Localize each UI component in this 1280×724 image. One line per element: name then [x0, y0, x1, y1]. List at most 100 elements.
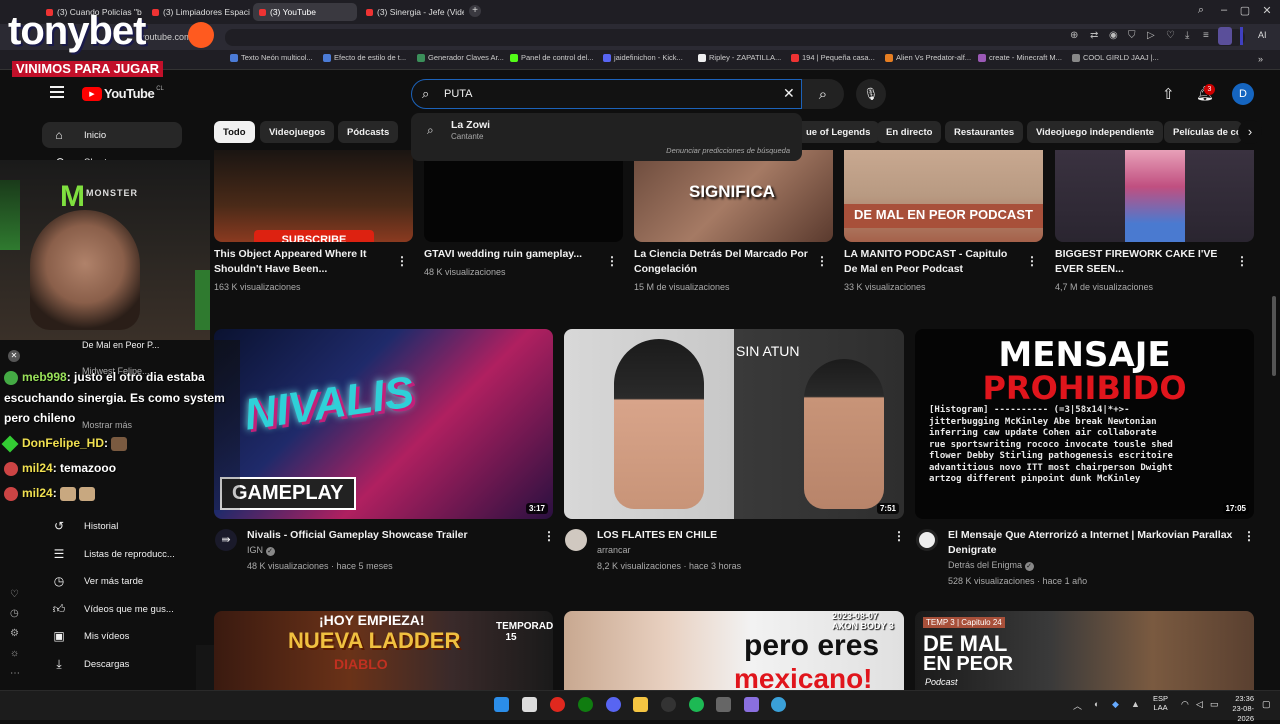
search-tabs-icon[interactable]: ⌕	[1192, 4, 1210, 17]
new-tab-button[interactable]: +	[469, 5, 481, 17]
opera-icon[interactable]	[550, 697, 565, 712]
heart-icon[interactable]: ♡	[10, 589, 19, 600]
search-box[interactable]: ⌕ ✕	[411, 79, 802, 109]
shield-icon[interactable]: ⛉	[1128, 30, 1136, 41]
bookmark-item[interactable]: Generador Claves Ar...	[417, 53, 504, 62]
spotify-icon[interactable]	[689, 697, 704, 712]
suggestion-title[interactable]: La Zowi	[451, 119, 490, 131]
more-options-icon[interactable]: ⋮	[893, 529, 905, 543]
bookmarks-overflow-icon[interactable]: »	[1258, 54, 1263, 64]
bookmark-item[interactable]: jaidefinichon - Kick...	[603, 53, 683, 62]
channel-avatar[interactable]: ⇛	[215, 529, 237, 551]
chip-indie-games[interactable]: Videojuego independiente	[1027, 121, 1164, 143]
chip-live[interactable]: En directo	[877, 121, 942, 143]
video-title[interactable]: LOS FLAITES EN CHILE	[597, 528, 877, 543]
browser-tab[interactable]: (3) Sinergia - Jefe (Video C	[360, 3, 464, 21]
app-icon[interactable]	[716, 697, 731, 712]
sidebar-item-playlists[interactable]: ☰ Listas de reproducc...	[42, 541, 182, 567]
report-predictions-link[interactable]: Denunciar predicciones de búsqueda	[666, 146, 790, 155]
video-title[interactable]: LA MANITO PODCAST - Capitulo De Mal en Pe…	[844, 247, 1019, 277]
downloads-icon[interactable]: ⤓	[1185, 30, 1189, 41]
video-title[interactable]: La Ciencia Detrás Del Marcado Por Congela…	[634, 247, 814, 277]
more-options-icon[interactable]: ⋮	[396, 254, 408, 268]
voice-search-button[interactable]: 🎙	[856, 79, 886, 109]
more-options-icon[interactable]: ⋮	[1026, 254, 1038, 268]
bookmark-item[interactable]: Efecto de estilo de t...	[323, 53, 406, 62]
chip-restaurants[interactable]: Restaurantes	[945, 121, 1024, 143]
tray-icon[interactable]: ▲	[1131, 699, 1140, 709]
hamburger-menu-icon[interactable]	[50, 86, 64, 98]
notifications-icon[interactable]: ▢	[1262, 699, 1271, 710]
video-thumbnail[interactable]: SIN ATUN 7:51	[564, 329, 904, 519]
video-title[interactable]: Nivalis - Official Gameplay Showcase Tra…	[247, 528, 527, 543]
video-title[interactable]: El Mensaje Que Aterrorizó a Internet | M…	[948, 528, 1238, 558]
video-thumbnail[interactable]	[424, 150, 623, 242]
video-title[interactable]: BIGGEST FIREWORK CAKE I'VE EVER SEEN...	[1055, 247, 1230, 277]
channel-name[interactable]: IGN ✓	[247, 543, 275, 558]
search-input[interactable]	[444, 86, 774, 102]
discord-icon[interactable]	[606, 697, 621, 712]
sidebar-item-history[interactable]: ↺ Historial	[42, 513, 182, 539]
clock-icon[interactable]: ◷	[10, 608, 19, 619]
lightbulb-icon[interactable]: ☼	[10, 648, 19, 659]
minimize-button[interactable]: –	[1215, 4, 1233, 16]
app-icon[interactable]	[744, 697, 759, 712]
wifi-icon[interactable]: ◠	[1181, 699, 1189, 710]
screenshot-icon[interactable]: ◉	[1109, 30, 1118, 41]
ai-button[interactable]: AI	[1258, 30, 1267, 40]
channel-avatar[interactable]	[565, 529, 587, 551]
avatar[interactable]: D	[1232, 83, 1254, 105]
app-icon[interactable]	[771, 697, 786, 712]
more-options-icon[interactable]: ⋮	[606, 254, 618, 268]
browser-tab-active[interactable]: (3) YouTube	[253, 3, 357, 21]
zoom-icon[interactable]: ⊕	[1070, 30, 1078, 41]
channel-name[interactable]: Detrás del Enigma ✓	[948, 558, 1034, 573]
video-thumbnail[interactable]: DE MAL EN PEOR PODCAST	[844, 150, 1043, 242]
chip-league-of-legends[interactable]: ue of Legends	[797, 121, 880, 143]
translate-icon[interactable]: ⇄	[1090, 30, 1098, 41]
video-thumbnail[interactable]: 2023-08-07 AXON BODY 3 pero eres mexican…	[564, 611, 904, 691]
xbox-icon[interactable]	[578, 697, 593, 712]
chip-videogames[interactable]: Videojuegos	[260, 121, 335, 143]
youtube-logo[interactable]: ▶ YouTube CL	[82, 86, 164, 101]
sidebar-item-liked[interactable]: 👍︎ Vídeos que me gus...	[42, 596, 182, 622]
video-thumbnail[interactable]: SIGNIFICA	[634, 150, 833, 242]
video-title[interactable]: GTAVI wedding ruin gameplay...	[424, 247, 599, 262]
upload-icon[interactable]: ⇧	[1162, 85, 1175, 103]
chip-short-films[interactable]: Películas de cor	[1164, 121, 1242, 143]
video-title[interactable]: This Object Appeared Where It Shouldn't H…	[214, 247, 389, 277]
channel-name[interactable]: arrancar	[597, 543, 631, 558]
close-window-button[interactable]: ✕	[1258, 4, 1276, 17]
task-view-icon[interactable]	[522, 697, 537, 712]
more-options-icon[interactable]: ⋮	[816, 254, 828, 268]
video-thumbnail[interactable]: SUBSCRIBE	[214, 150, 413, 242]
bookmark-item[interactable]: Ripley - ZAPATILLA...	[698, 53, 781, 62]
bookmark-item[interactable]: 194 | Pequeña casa...	[791, 53, 875, 62]
bookmark-item[interactable]: Alien Vs Predator-alf...	[885, 53, 971, 62]
video-thumbnail[interactable]: MENSAJE PROHIBIDO [Histogram] ----------…	[915, 329, 1254, 519]
tray-chevron-icon[interactable]: ︿	[1073, 699, 1082, 712]
sidebar-item-downloads[interactable]: ⤓ Descargas	[42, 651, 182, 677]
video-thumbnail[interactable]: NIVALIS GAMEPLAY 3:17	[214, 329, 553, 519]
menu-icon[interactable]: ≡	[1203, 30, 1209, 41]
tray-icon[interactable]: ◆	[1112, 699, 1119, 710]
battery-icon[interactable]: ▭	[1210, 699, 1219, 710]
more-icon[interactable]: ⋯	[10, 668, 20, 679]
video-thumbnail[interactable]	[1055, 150, 1254, 242]
sidebar-item-home[interactable]: ⌂ Inicio	[42, 122, 182, 148]
clear-search-icon[interactable]: ✕	[783, 85, 795, 102]
chip-all[interactable]: Todo	[214, 121, 255, 143]
windows-start-icon[interactable]	[494, 697, 509, 712]
bookmark-item[interactable]: Panel de control del...	[510, 53, 594, 62]
maximize-button[interactable]: ▢	[1236, 4, 1254, 17]
sidebar-item-my-videos[interactable]: ▣ Mis vídeos	[42, 623, 182, 649]
more-options-icon[interactable]: ⋮	[1243, 529, 1255, 543]
search-button[interactable]: ⌕	[802, 79, 844, 109]
favorites-icon[interactable]: ♡	[1166, 30, 1175, 41]
more-options-icon[interactable]: ⋮	[543, 529, 555, 543]
bookmark-item[interactable]: create - Minecraft M...	[978, 53, 1062, 62]
obs-icon[interactable]	[661, 697, 676, 712]
file-explorer-icon[interactable]	[633, 697, 648, 712]
bookmark-item[interactable]: COOL GIRLD JAAJ |...	[1072, 53, 1159, 62]
video-thumbnail[interactable]: TEMP 3 | Capitulo 24 DE MAL EN PEOR Podc…	[915, 611, 1254, 691]
